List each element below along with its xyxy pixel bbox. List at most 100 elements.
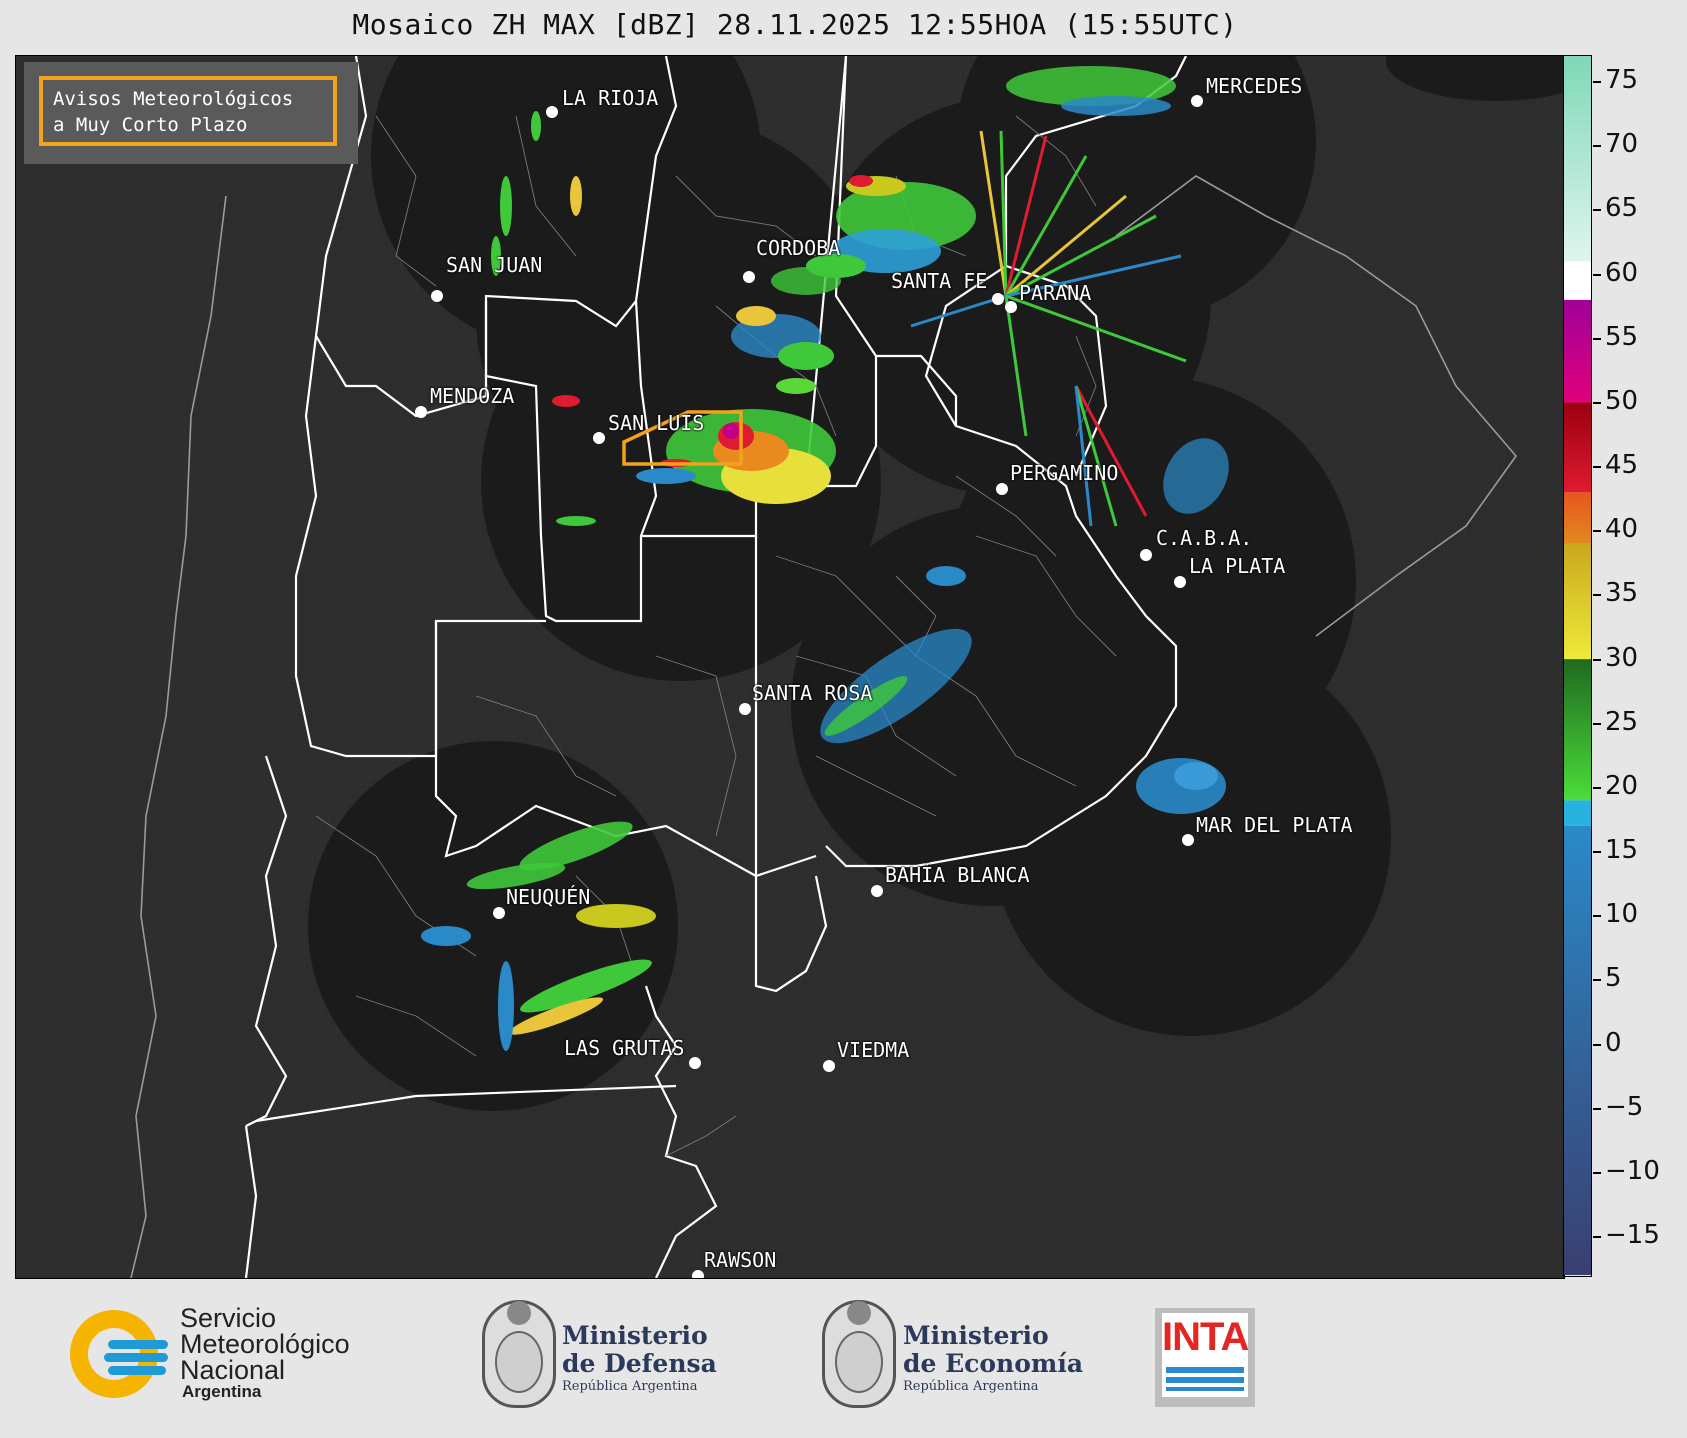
- city-dot-neuquen[interactable]: [493, 907, 505, 919]
- economia-sub: República Argentina: [903, 1379, 1039, 1394]
- smn-name-line3: Nacional: [180, 1355, 286, 1385]
- colorbar-band: [1564, 402, 1591, 493]
- colorbar-tick-label: −15: [1605, 1220, 1660, 1250]
- colorbar-tick-label: 55: [1605, 321, 1639, 352]
- colorbar-tick-label: 40: [1605, 514, 1639, 545]
- colorbar-tick: [1593, 1043, 1601, 1046]
- seal-sun-icon: [507, 1301, 531, 1325]
- colorbar-tick-label: 45: [1605, 450, 1639, 481]
- colorbar-band: [1564, 299, 1591, 403]
- colorbar-gradient: [1564, 56, 1591, 1275]
- city-dot-santa-rosa[interactable]: [739, 703, 751, 715]
- colorbar-tick: [1593, 209, 1601, 212]
- map-title: Mosaico ZH MAX [dBZ] 28.11.2025 12:55HOA…: [352, 8, 1238, 41]
- defensa-seal-icon: [482, 1300, 556, 1408]
- colorbar-tick-label: 75: [1605, 65, 1639, 96]
- city-label-rawson: RAWSON: [704, 1248, 777, 1272]
- city-dot-viedma[interactable]: [823, 1060, 835, 1072]
- city-label-neuquen: NEUQUÉN: [506, 885, 591, 909]
- seal-oval-icon: [835, 1331, 883, 1393]
- warning-legend-line1: Avisos Meteorológicos: [53, 88, 294, 110]
- colorbar-tick: [1593, 979, 1601, 982]
- city-label-mendoza: MENDOZA: [430, 384, 515, 408]
- colorbar-band: [1564, 492, 1591, 544]
- colorbar-tick-label: 70: [1605, 129, 1639, 160]
- colorbar-tick: [1593, 273, 1601, 276]
- smn-name-line1: Servicio: [180, 1303, 277, 1333]
- city-label-las-grutas: LAS GRUTAS: [564, 1036, 685, 1060]
- defensa-logo-text: Ministerio de Defensa República Argentin…: [562, 1322, 717, 1396]
- city-dot-la-plata[interactable]: [1174, 576, 1186, 588]
- colorbar-tick: [1593, 851, 1601, 854]
- city-label-santa-fe: SANTA FE: [891, 269, 988, 293]
- colorbar-tick: [1593, 594, 1601, 597]
- inta-logo-word: INTA: [1162, 1315, 1249, 1359]
- inta-logo-stripe: [1166, 1387, 1244, 1391]
- colorbar-band: [1564, 825, 1591, 1275]
- economia-logo-text: Ministerio de Economía República Argenti…: [903, 1322, 1083, 1396]
- colorbar-tick: [1593, 1107, 1601, 1110]
- colorbar-tick: [1593, 81, 1601, 84]
- colorbar-tick-label: 35: [1605, 578, 1639, 609]
- city-dot-la-rioja[interactable]: [546, 106, 558, 118]
- colorbar-tick-label: 20: [1605, 770, 1639, 801]
- warning-legend[interactable]: Avisos Meteorológicos a Muy Corto Plazo: [24, 62, 358, 164]
- inta-logo-stripe: [1166, 1367, 1244, 1373]
- colorbar-tick: [1593, 337, 1601, 340]
- colorbar-tick-label: 10: [1605, 899, 1639, 930]
- city-label-mercedes: MERCEDES: [1206, 74, 1303, 98]
- colorbar-band: [1564, 543, 1591, 660]
- colorbar-tick: [1593, 658, 1601, 661]
- city-label-viedma: VIEDMA: [837, 1038, 910, 1062]
- colorbar-tick: [1593, 786, 1601, 789]
- colorbar-tick-label: 60: [1605, 257, 1639, 288]
- city-dot-mendoza[interactable]: [415, 406, 427, 418]
- smn-wave-icon: [104, 1353, 168, 1362]
- city-dot-san-juan[interactable]: [431, 290, 443, 302]
- defensa-line2: de Defensa: [562, 1349, 717, 1378]
- colorbar-tick: [1593, 722, 1601, 725]
- colorbar-tick-label: −5: [1605, 1091, 1644, 1122]
- smn-country: Argentina: [182, 1382, 262, 1401]
- colorbar-tick: [1593, 401, 1601, 404]
- colorbar-tick: [1593, 530, 1601, 533]
- warning-legend-line2: a Muy Corto Plazo: [53, 114, 248, 136]
- city-label-cordoba: CORDOBA: [756, 236, 841, 260]
- colorbar-band: [1564, 800, 1591, 826]
- city-label-la-plata: LA PLATA: [1189, 554, 1286, 578]
- defensa-line1: Ministerio: [562, 1321, 708, 1350]
- radar-map[interactable]: Avisos Meteorológicos a Muy Corto Plazo …: [15, 55, 1565, 1279]
- colorbar-tick: [1593, 915, 1601, 918]
- colorbar-tick-label: 0: [1605, 1027, 1622, 1058]
- colorbar-tick: [1593, 1236, 1601, 1238]
- city-label-bahia-blanca: BAHÍA BLANCA: [885, 863, 1030, 887]
- economia-line2: de Economía: [903, 1349, 1084, 1378]
- city-label-caba: C.A.B.A.: [1156, 526, 1253, 550]
- city-dot-san-luis[interactable]: [593, 432, 605, 444]
- inta-logo: INTA: [1155, 1308, 1255, 1407]
- colorbar-tick: [1593, 466, 1601, 469]
- colorbar-tick-label: 50: [1605, 385, 1639, 416]
- city-dot-santa-fe[interactable]: [992, 293, 1004, 305]
- defensa-sub: República Argentina: [562, 1379, 698, 1394]
- city-label-pergamino: PERGAMINO: [1010, 461, 1119, 485]
- colorbar: [1563, 55, 1592, 1277]
- colorbar-band: [1564, 261, 1591, 300]
- city-dot-parana[interactable]: [1005, 301, 1017, 313]
- colorbar-tick-label: 25: [1605, 706, 1639, 737]
- colorbar-tick-label: 30: [1605, 642, 1639, 673]
- city-dot-cordoba[interactable]: [743, 271, 755, 283]
- city-dot-bahia-blanca[interactable]: [871, 885, 883, 897]
- city-dot-las-grutas[interactable]: [689, 1057, 701, 1069]
- colorbar-tick: [1593, 145, 1601, 148]
- economia-line1: Ministerio: [903, 1321, 1049, 1350]
- smn-name-line2: Meteorológico: [180, 1329, 350, 1359]
- city-dot-rawson[interactable]: [692, 1270, 704, 1278]
- seal-oval-icon: [495, 1331, 543, 1393]
- city-dot-caba[interactable]: [1140, 549, 1152, 561]
- economia-seal-icon: [822, 1300, 896, 1408]
- city-dot-pergamino[interactable]: [996, 483, 1008, 495]
- city-dot-mar-del-plata[interactable]: [1182, 834, 1194, 846]
- colorbar-tick-label: 5: [1605, 963, 1622, 994]
- city-dot-mercedes[interactable]: [1191, 95, 1203, 107]
